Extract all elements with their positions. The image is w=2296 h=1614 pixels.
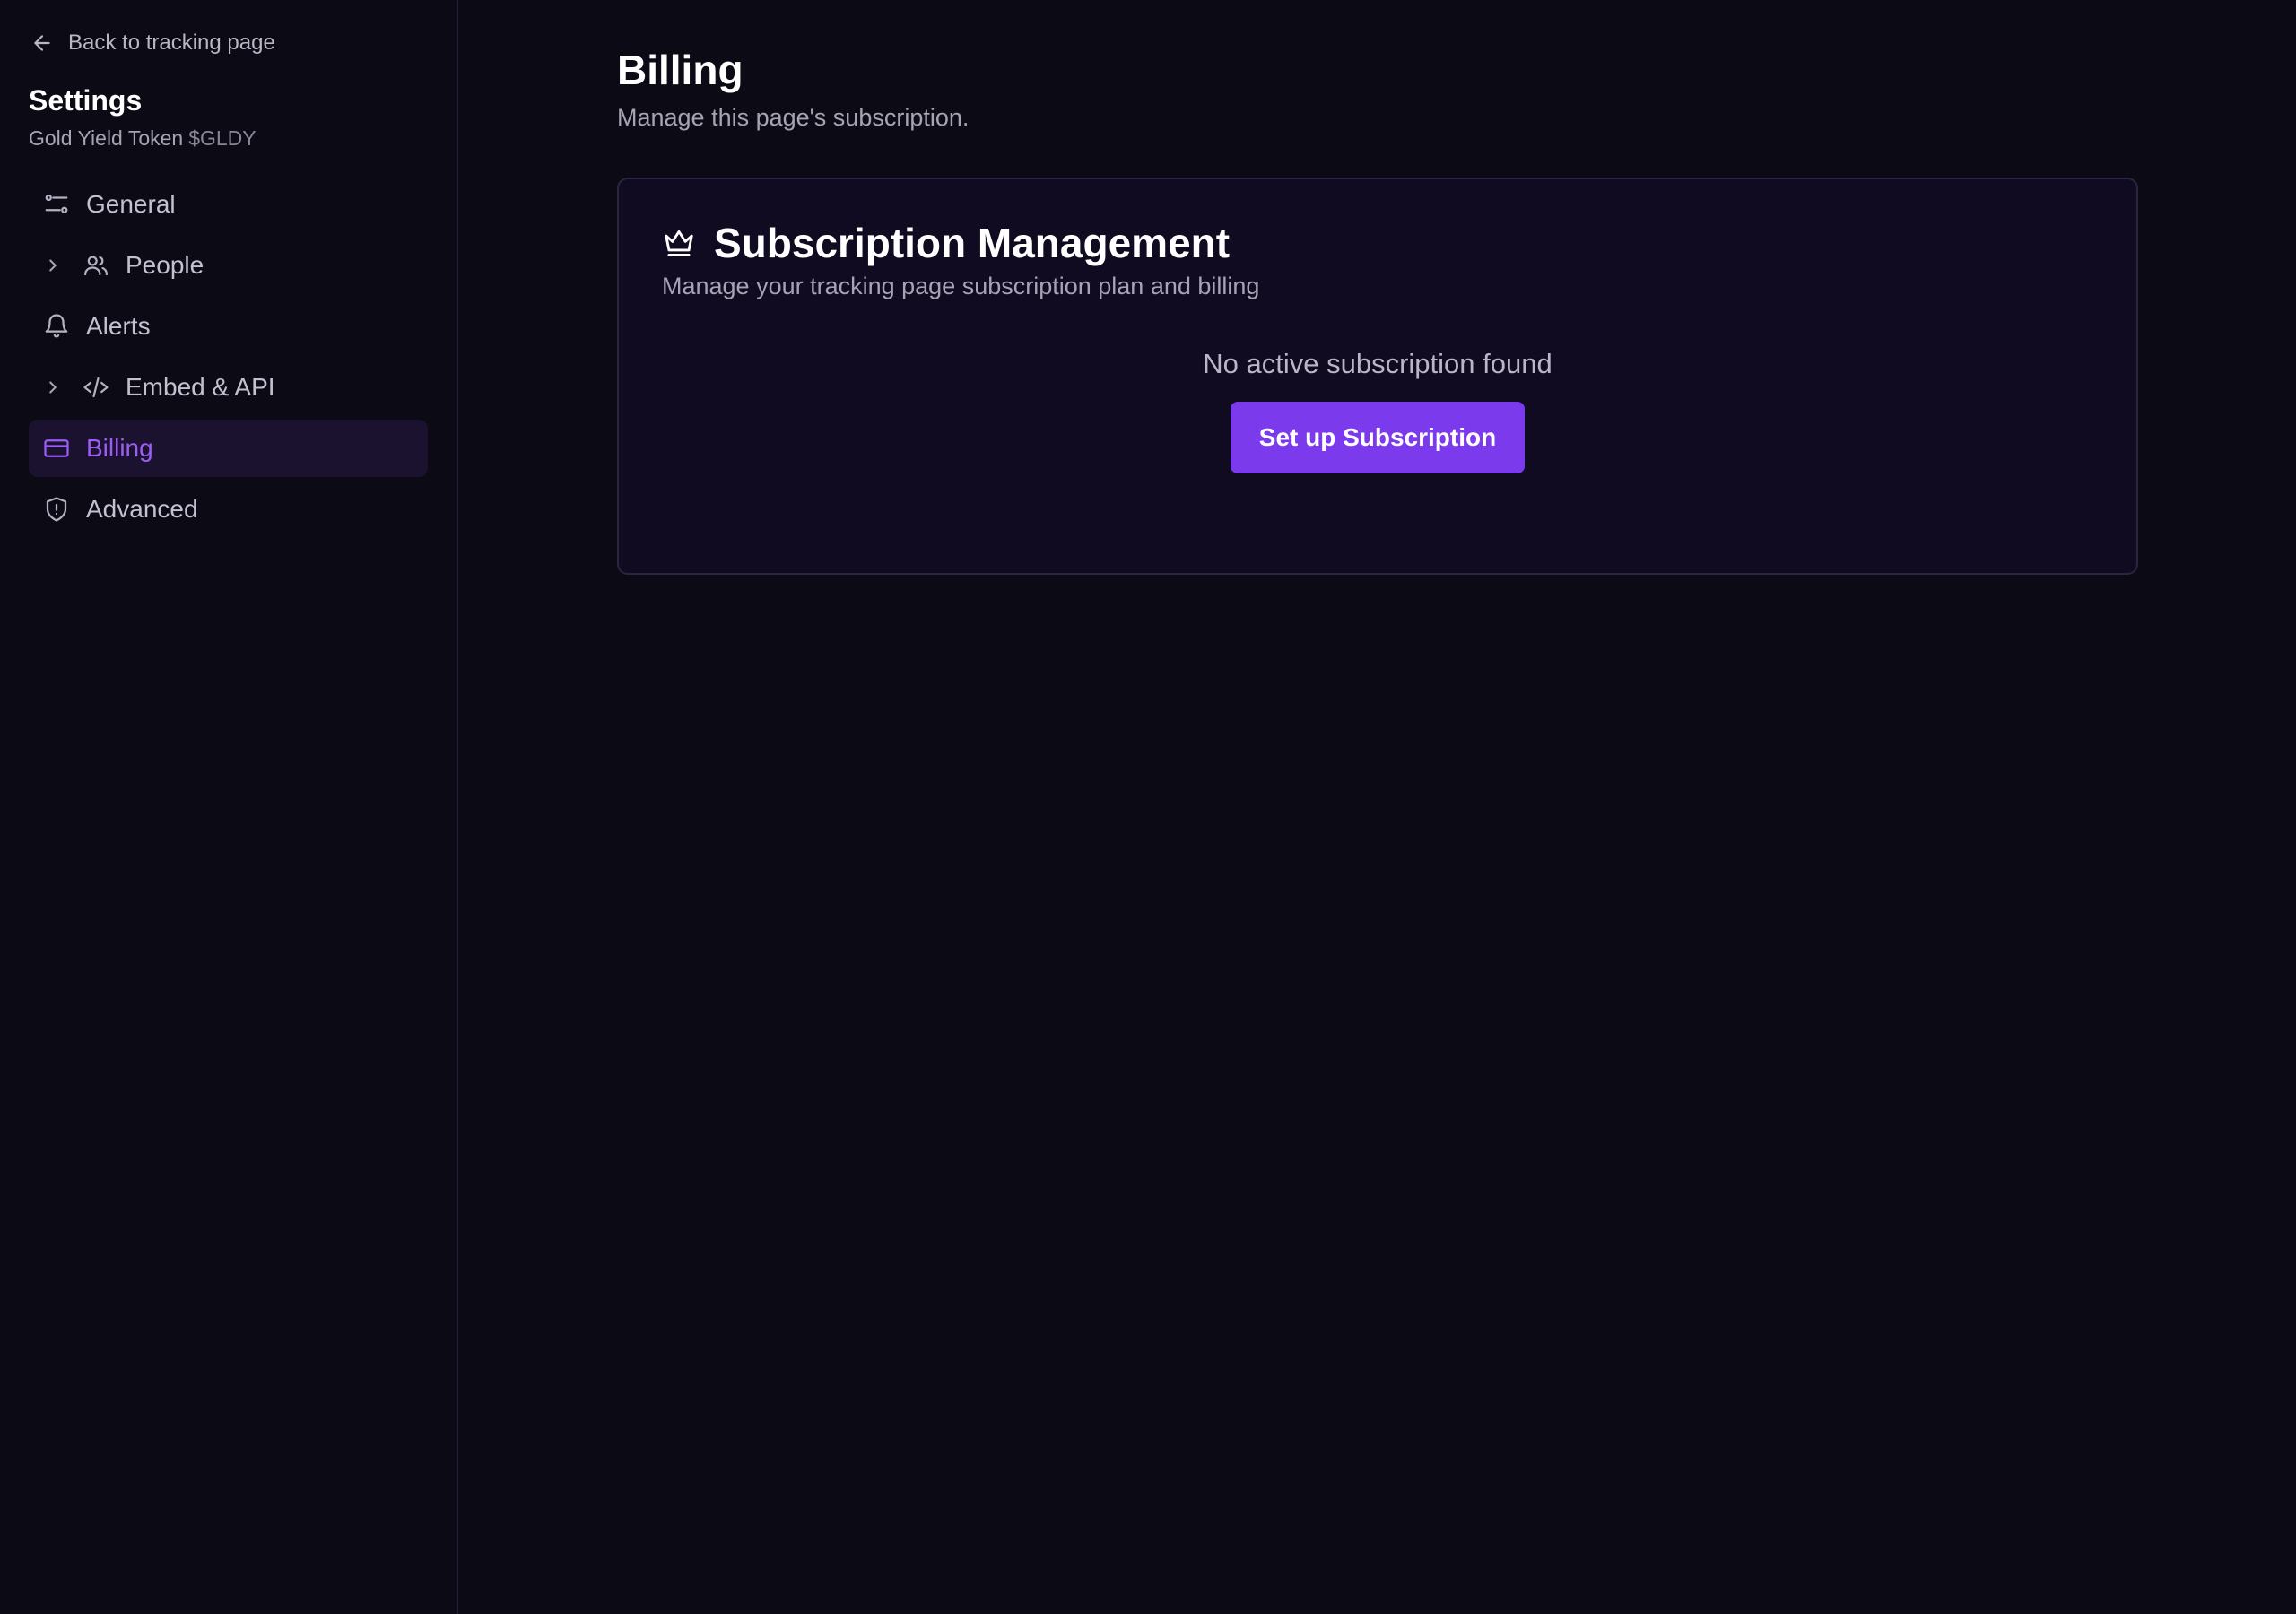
- card-title: Subscription Management: [714, 220, 1231, 266]
- chevron-right-icon[interactable]: [43, 377, 63, 397]
- arrow-left-icon: [34, 35, 50, 51]
- users-icon: [83, 252, 109, 279]
- shield-alert-icon: [43, 496, 70, 523]
- page-subtitle: Manage this page's subscription.: [617, 104, 970, 131]
- sidebar-item-alerts[interactable]: Alerts: [29, 298, 428, 355]
- empty-state: No active subscription found Set up Subs…: [662, 346, 2093, 473]
- main-content: Billing Manage this page's subscription.…: [458, 0, 2296, 1614]
- settings-sidebar: Back to tracking page Settings Gold Yiel…: [0, 0, 458, 1614]
- settings-title: Settings: [29, 84, 143, 117]
- settings-nav: General People Alerts Embed & API Billin…: [29, 176, 428, 538]
- project-ticker: $GLDY: [188, 126, 257, 150]
- sidebar-item-billing[interactable]: Billing: [29, 420, 428, 477]
- credit-card-icon: [43, 435, 70, 462]
- code-icon: [83, 374, 109, 401]
- card-header: Subscription Management: [662, 219, 2093, 267]
- bell-icon: [43, 313, 70, 340]
- project-subtitle: Gold Yield Token $GLDY: [29, 126, 428, 151]
- sidebar-item-label: Advanced: [86, 495, 198, 523]
- sidebar-item-label: General: [86, 190, 176, 218]
- page-title: Billing: [617, 47, 744, 93]
- back-to-tracking-link[interactable]: Back to tracking page: [30, 25, 428, 61]
- setup-subscription-button[interactable]: Set up Subscription: [1230, 402, 1526, 473]
- sidebar-item-embed-api[interactable]: Embed & API: [29, 359, 428, 416]
- sidebar-item-people[interactable]: People: [29, 237, 428, 294]
- back-link-label: Back to tracking page: [68, 30, 275, 55]
- crown-icon: [665, 230, 693, 256]
- chevron-right-icon[interactable]: [43, 256, 63, 275]
- sidebar-item-label: Billing: [86, 434, 153, 462]
- card-subtitle: Manage your tracking page subscription p…: [662, 273, 1260, 299]
- sidebar-item-label: People: [126, 251, 204, 279]
- empty-state-text: No active subscription found: [1203, 348, 1552, 379]
- sidebar-item-label: Embed & API: [126, 373, 275, 401]
- sidebar-item-label: Alerts: [86, 312, 151, 340]
- app-root: Back to tracking page Settings Gold Yiel…: [0, 0, 2296, 1614]
- sidebar-item-general[interactable]: General: [29, 176, 428, 233]
- project-name: Gold Yield Token: [29, 126, 184, 150]
- sidebar-item-advanced[interactable]: Advanced: [29, 481, 428, 538]
- subscription-card: Subscription Management Manage your trac…: [617, 178, 2138, 575]
- sliders-icon: [43, 191, 70, 218]
